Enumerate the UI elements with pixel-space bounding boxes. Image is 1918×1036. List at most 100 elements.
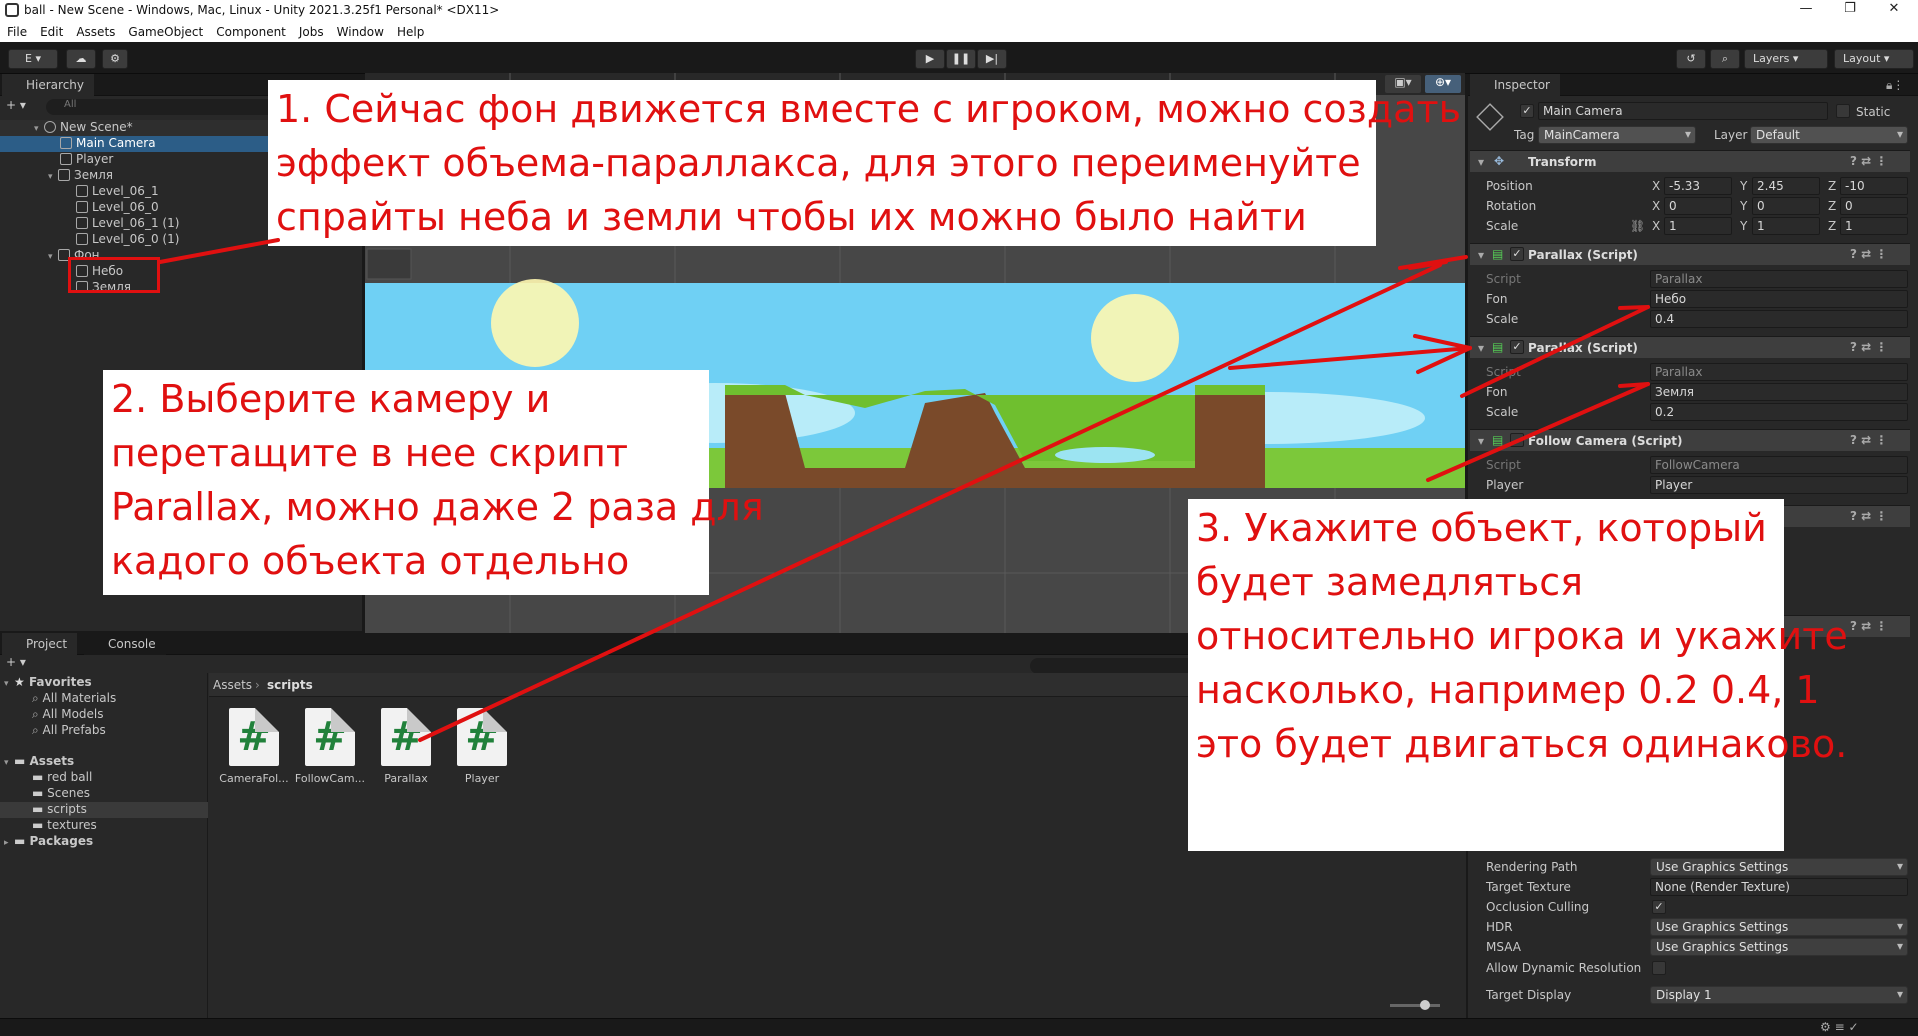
asset-followcamera[interactable]: # FollowCam... (292, 708, 368, 785)
rotation-z-field[interactable]: 0 (1840, 197, 1908, 215)
follow-player-field[interactable]: Player (1650, 476, 1908, 494)
scale-label: Scale (1486, 312, 1519, 326)
dynamic-resolution-checkbox[interactable] (1652, 961, 1666, 975)
close-button[interactable]: ✕ (1874, 1, 1914, 21)
follow-camera-header[interactable]: ▾ ▤ Follow Camera (Script) ? ⇄ ⋮ (1470, 429, 1910, 451)
layout-dropdown[interactable]: Layout ▾ (1834, 49, 1914, 69)
parallax-2-enabled-checkbox[interactable]: ✓ (1510, 340, 1524, 354)
breadcrumb-scripts[interactable]: scripts (267, 678, 313, 692)
component-menu-icon[interactable]: ? ⇄ ⋮ (1850, 509, 1887, 523)
favorite-all-materials[interactable]: ⌕ All Materials (32, 691, 116, 707)
menu-assets[interactable]: Assets (69, 22, 121, 39)
transform-header[interactable]: ▾ ✥ Transform ? ⇄ ⋮ (1470, 150, 1910, 172)
add-icon[interactable]: + ▾ (6, 98, 26, 112)
folder-scenes[interactable]: ▬ Scenes (32, 786, 90, 802)
menu-component[interactable]: Component (209, 22, 292, 39)
target-texture-field[interactable]: None (Render Texture) (1650, 878, 1908, 896)
parallax-2-header[interactable]: ▾ ▤ ✓ Parallax (Script) ? ⇄ ⋮ (1470, 336, 1910, 358)
rotation-x-field[interactable]: 0 (1664, 197, 1732, 215)
fold-icon: ▾ (1478, 248, 1485, 262)
collab-icon[interactable]: ⚙ (102, 49, 128, 69)
favorite-all-models[interactable]: ⌕ All Models (32, 707, 104, 723)
component-menu-icon[interactable]: ? ⇄ ⋮ (1850, 154, 1887, 168)
hierarchy-item-level-06-1-copy[interactable]: Level_06_1 (1) (0, 216, 179, 232)
breadcrumb-assets[interactable]: Assets (213, 678, 252, 692)
pause-button[interactable]: ❚❚ (946, 49, 976, 69)
step-button[interactable]: ▶| (977, 49, 1007, 69)
menu-file[interactable]: File (0, 22, 33, 39)
hierarchy-item-zemlya[interactable]: ▾ Земля (0, 168, 113, 184)
folder-scripts[interactable]: ▬ scripts (0, 802, 208, 818)
hierarchy-item-level-06-0-copy[interactable]: Level_06_0 (1) (0, 232, 179, 248)
slider-handle[interactable] (1420, 1000, 1430, 1010)
parallax-2-scale-field[interactable]: 0.2 (1650, 403, 1908, 421)
menu-jobs[interactable]: Jobs (292, 22, 330, 39)
scale-z-field[interactable]: 1 (1840, 217, 1908, 235)
parallax-1-fon-field[interactable]: Небо (1650, 290, 1908, 308)
folder-textures[interactable]: ▬ textures (32, 818, 97, 834)
history-icon[interactable]: ↺ (1676, 49, 1706, 69)
scale-x-field[interactable]: 1 (1664, 217, 1732, 235)
status-icons[interactable]: ⚙ ≡ ✓ (1820, 1020, 1859, 1034)
lock-icon[interactable]: 🔒︎⋮ (1886, 78, 1904, 93)
menu-window[interactable]: Window (330, 22, 390, 39)
tab-hierarchy[interactable]: Hierarchy (2, 74, 95, 96)
folder-red-ball[interactable]: ▬ red ball (32, 770, 92, 786)
folder-icon: ▬ (32, 770, 48, 784)
scale-y-axis: Y (1740, 219, 1748, 233)
minimize-button[interactable]: — (1786, 1, 1826, 21)
hierarchy-item-level-06-0[interactable]: Level_06_0 (0, 200, 159, 216)
object-name-field[interactable]: Main Camera (1538, 102, 1828, 120)
menu-edit[interactable]: Edit (33, 22, 69, 39)
transform-title: Transform (1528, 155, 1597, 169)
layers-dropdown[interactable]: Layers ▾ (1744, 49, 1828, 69)
occlusion-culling-checkbox[interactable]: ✓ (1652, 900, 1666, 914)
tab-project[interactable]: Project (2, 633, 78, 655)
parallax-2-fon-field[interactable]: Земля (1650, 383, 1908, 401)
play-button[interactable]: ▶ (915, 49, 945, 69)
msaa-dropdown[interactable]: Use Graphics Settings (1650, 938, 1908, 956)
layer-dropdown[interactable]: Default (1750, 126, 1908, 144)
search-icon[interactable]: ⌕ (1710, 49, 1740, 69)
link-icon[interactable]: ⛓ (1630, 219, 1645, 233)
active-checkbox[interactable]: ✓ (1520, 104, 1534, 118)
assets-node[interactable]: ▾ ▬ Assets (4, 754, 74, 770)
cloud-icon[interactable]: ☁ (66, 49, 96, 69)
component-menu-icon[interactable]: ? ⇄ ⋮ (1850, 247, 1887, 261)
menu-help[interactable]: Help (390, 22, 430, 39)
tab-inspector[interactable]: Inspector (1470, 74, 1560, 96)
scale-y-field[interactable]: 1 (1752, 217, 1820, 235)
position-x-field[interactable]: -5.33 (1664, 177, 1732, 195)
hdr-dropdown[interactable]: Use Graphics Settings (1650, 918, 1908, 936)
component-menu-icon[interactable]: ? ⇄ ⋮ (1850, 433, 1887, 447)
static-checkbox[interactable] (1836, 104, 1850, 118)
rotation-y-field[interactable]: 0 (1752, 197, 1820, 215)
asset-camerafollow[interactable]: # CameraFol... (216, 708, 292, 785)
scale-x-axis: X (1652, 219, 1661, 233)
rendering-path-dropdown[interactable]: Use Graphics Settings (1650, 858, 1908, 876)
maximize-button[interactable]: ❐ (1830, 1, 1870, 21)
hierarchy-item-level-06-1[interactable]: Level_06_1 (0, 184, 159, 200)
component-menu-icon[interactable]: ? ⇄ ⋮ (1850, 619, 1887, 633)
position-z-field[interactable]: -10 (1840, 177, 1908, 195)
asset-parallax[interactable]: # Parallax (368, 708, 444, 785)
favorites-node[interactable]: ▾ ★ Favorites (4, 675, 92, 691)
asset-player[interactable]: # Player (444, 708, 520, 785)
parallax-1-enabled-checkbox[interactable]: ✓ (1510, 247, 1524, 261)
target-display-dropdown[interactable]: Display 1 (1650, 986, 1908, 1004)
menu-gameobject[interactable]: GameObject (121, 22, 209, 39)
parallax-1-scale-field[interactable]: 0.4 (1650, 310, 1908, 328)
parallax-1-header[interactable]: ▾ ▤ ✓ Parallax (Script) ? ⇄ ⋮ (1470, 243, 1910, 265)
tab-console[interactable]: Console (84, 633, 166, 655)
hierarchy-item-player[interactable]: Player (0, 152, 113, 168)
component-menu-icon[interactable]: ? ⇄ ⋮ (1850, 340, 1887, 354)
packages-node[interactable]: ▸ ▬ Packages (4, 834, 93, 850)
favorite-all-prefabs[interactable]: ⌕ All Prefabs (32, 723, 106, 739)
position-y-field[interactable]: 2.45 (1752, 177, 1820, 195)
create-icon[interactable]: + ▾ (6, 655, 26, 669)
tag-dropdown[interactable]: MainCamera (1538, 126, 1696, 144)
account-button[interactable]: E ▾ (8, 49, 58, 69)
icon-size-slider[interactable] (1390, 1004, 1440, 1007)
follow-camera-enabled-checkbox[interactable] (1510, 433, 1524, 447)
title-bar: ball - New Scene - Windows, Mac, Linux -… (0, 0, 1918, 22)
